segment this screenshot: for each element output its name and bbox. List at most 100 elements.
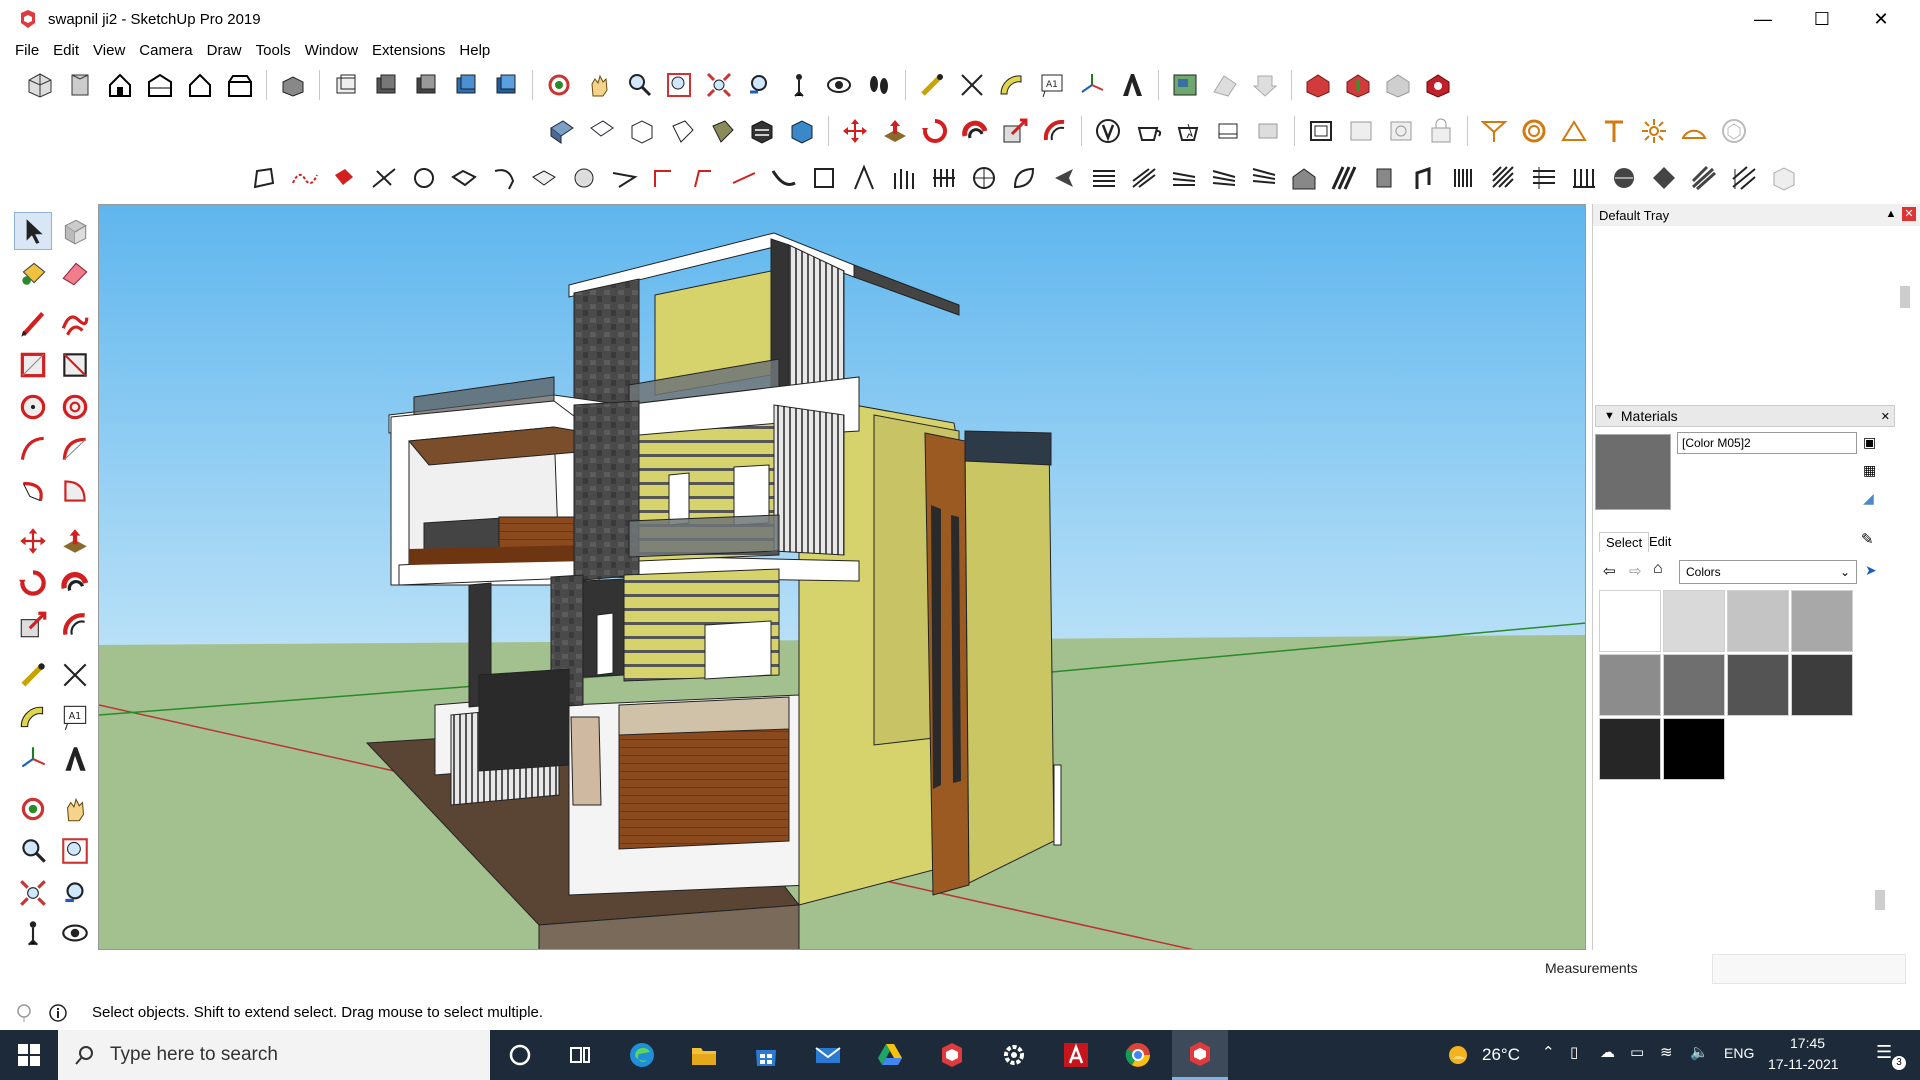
task-view-icon[interactable] <box>552 1030 608 1080</box>
ext-line-3-icon[interactable] <box>727 161 761 195</box>
tray-scrollbar[interactable] <box>1898 230 1912 950</box>
polygon-tool[interactable] <box>56 388 94 426</box>
zoom-tool[interactable] <box>14 832 52 870</box>
ext-hatch-2-icon[interactable] <box>1367 161 1401 195</box>
tab-select[interactable]: Select <box>1599 532 1650 552</box>
look-around-tool[interactable] <box>56 920 94 946</box>
move-icon[interactable] <box>838 114 872 148</box>
start-button[interactable] <box>0 1030 58 1080</box>
mail-icon[interactable] <box>800 1030 856 1080</box>
vray-sun-icon[interactable] <box>1637 114 1671 148</box>
push-pull-tool[interactable] <box>56 522 94 560</box>
current-material-swatch[interactable] <box>1595 434 1671 510</box>
dimension-icon[interactable] <box>955 68 989 102</box>
pie-tool[interactable] <box>56 472 94 510</box>
edge-icon[interactable] <box>614 1030 670 1080</box>
vray-sphere-light-icon[interactable] <box>1344 114 1378 148</box>
text-icon[interactable]: A1 <box>1035 68 1069 102</box>
menu-view[interactable]: View <box>93 42 125 59</box>
solid-subtract-icon[interactable] <box>745 114 779 148</box>
ext-hatch-1-icon[interactable] <box>1327 161 1361 195</box>
protractor-icon[interactable] <box>995 68 1029 102</box>
solid-outer-shell-icon[interactable] <box>625 114 659 148</box>
pin-icon[interactable]: ▲ <box>1884 207 1898 221</box>
vray-ies-light-icon[interactable] <box>1424 114 1458 148</box>
orbit-tool[interactable] <box>14 790 52 828</box>
rotate-tool[interactable] <box>14 564 52 602</box>
section-fill-icon[interactable] <box>585 114 619 148</box>
select-tool[interactable] <box>14 212 52 250</box>
menu-window[interactable]: Window <box>305 42 358 59</box>
vray-render-icon[interactable] <box>1131 114 1165 148</box>
vray-omni-light-icon[interactable] <box>1477 114 1511 148</box>
vray-interactive-icon[interactable] <box>1171 114 1205 148</box>
ext-grid-1-icon[interactable] <box>887 161 921 195</box>
geo-location-icon[interactable] <box>14 1003 34 1023</box>
3d-text-icon[interactable] <box>1115 68 1149 102</box>
library-dropdown[interactable]: Colors ⌄ <box>1679 560 1857 584</box>
circle-tool[interactable] <box>14 388 52 426</box>
scale-icon[interactable] <box>998 114 1032 148</box>
axes-tool[interactable] <box>14 740 52 778</box>
vray-proxy-icon[interactable] <box>1717 114 1751 148</box>
ext-cut-icon[interactable] <box>367 161 401 195</box>
sample-paint-icon[interactable]: ◢ <box>1863 490 1874 507</box>
material-swatch[interactable] <box>1599 654 1661 716</box>
style-wireframe-icon[interactable] <box>329 68 363 102</box>
menu-camera[interactable]: Camera <box>139 42 192 59</box>
ext-shape-4-icon[interactable] <box>527 161 561 195</box>
three-point-arc-tool[interactable] <box>14 472 52 510</box>
chrome-icon[interactable] <box>1110 1030 1166 1080</box>
ext-bezier-icon[interactable] <box>287 161 321 195</box>
ext-grid-3-icon[interactable] <box>967 161 1001 195</box>
menu-draw[interactable]: Draw <box>207 42 242 59</box>
onedrive-icon[interactable]: ☁ <box>1600 1043 1615 1061</box>
ext-paint-icon[interactable] <box>327 161 361 195</box>
volume-icon[interactable]: 🔈 <box>1690 1043 1709 1061</box>
right-view-icon[interactable] <box>143 68 177 102</box>
style-hidden-line-icon[interactable] <box>369 68 403 102</box>
menu-edit[interactable]: Edit <box>53 42 79 59</box>
wifi-icon[interactable]: ≋ <box>1660 1043 1673 1061</box>
ext-box-icon[interactable] <box>807 161 841 195</box>
material-swatch[interactable] <box>1727 654 1789 716</box>
sketchup-layout-icon[interactable] <box>924 1030 980 1080</box>
paint-default-icon[interactable]: ▦ <box>1863 462 1876 479</box>
zoom-extents-icon[interactable] <box>702 68 736 102</box>
settings-icon[interactable] <box>986 1030 1042 1080</box>
ext-shape-2-icon[interactable] <box>447 161 481 195</box>
follow-me-icon[interactable] <box>958 114 992 148</box>
orbit-icon[interactable] <box>542 68 576 102</box>
position-camera-tool[interactable] <box>14 920 52 946</box>
ext-cube-icon[interactable] <box>1767 161 1801 195</box>
menu-file[interactable]: File <box>15 42 39 59</box>
offset-icon[interactable] <box>1038 114 1072 148</box>
ext-stack-4-icon[interactable] <box>1207 161 1241 195</box>
make-component-tool[interactable] <box>56 212 94 250</box>
ext-line-1-icon[interactable] <box>647 161 681 195</box>
eyedropper-icon[interactable]: ✎ <box>1861 530 1874 548</box>
tray-close-icon[interactable]: ✕ <box>1902 207 1916 221</box>
vray-frame-buffer-icon[interactable] <box>1211 114 1245 148</box>
minimize-button[interactable]: — <box>1734 0 1792 38</box>
xray-style-icon[interactable] <box>276 68 310 102</box>
front-view-icon[interactable] <box>103 68 137 102</box>
ext-curve-icon[interactable] <box>767 161 801 195</box>
ext-tool-1-icon[interactable] <box>247 161 281 195</box>
sketchup-taskbar-icon[interactable] <box>1172 1030 1228 1080</box>
zoom-icon[interactable] <box>622 68 656 102</box>
material-swatch[interactable] <box>1791 590 1853 652</box>
3d-text-tool[interactable] <box>56 740 94 778</box>
ext-hatch-7-icon[interactable] <box>1567 161 1601 195</box>
previous-view-tool[interactable] <box>56 874 94 912</box>
vray-mesh-light-icon[interactable] <box>1557 114 1591 148</box>
ext-hatch-8-icon[interactable] <box>1607 161 1641 195</box>
ext-leaf-icon[interactable] <box>1007 161 1041 195</box>
eraser-tool[interactable] <box>56 254 94 292</box>
style-monochrome-icon[interactable] <box>489 68 523 102</box>
show-hidden-icons-icon[interactable]: ⌃ <box>1542 1043 1555 1061</box>
material-swatch[interactable] <box>1727 590 1789 652</box>
maximize-button[interactable]: ☐ <box>1793 0 1851 38</box>
back-view-icon[interactable] <box>183 68 217 102</box>
text-tool[interactable]: A1 <box>56 698 94 736</box>
